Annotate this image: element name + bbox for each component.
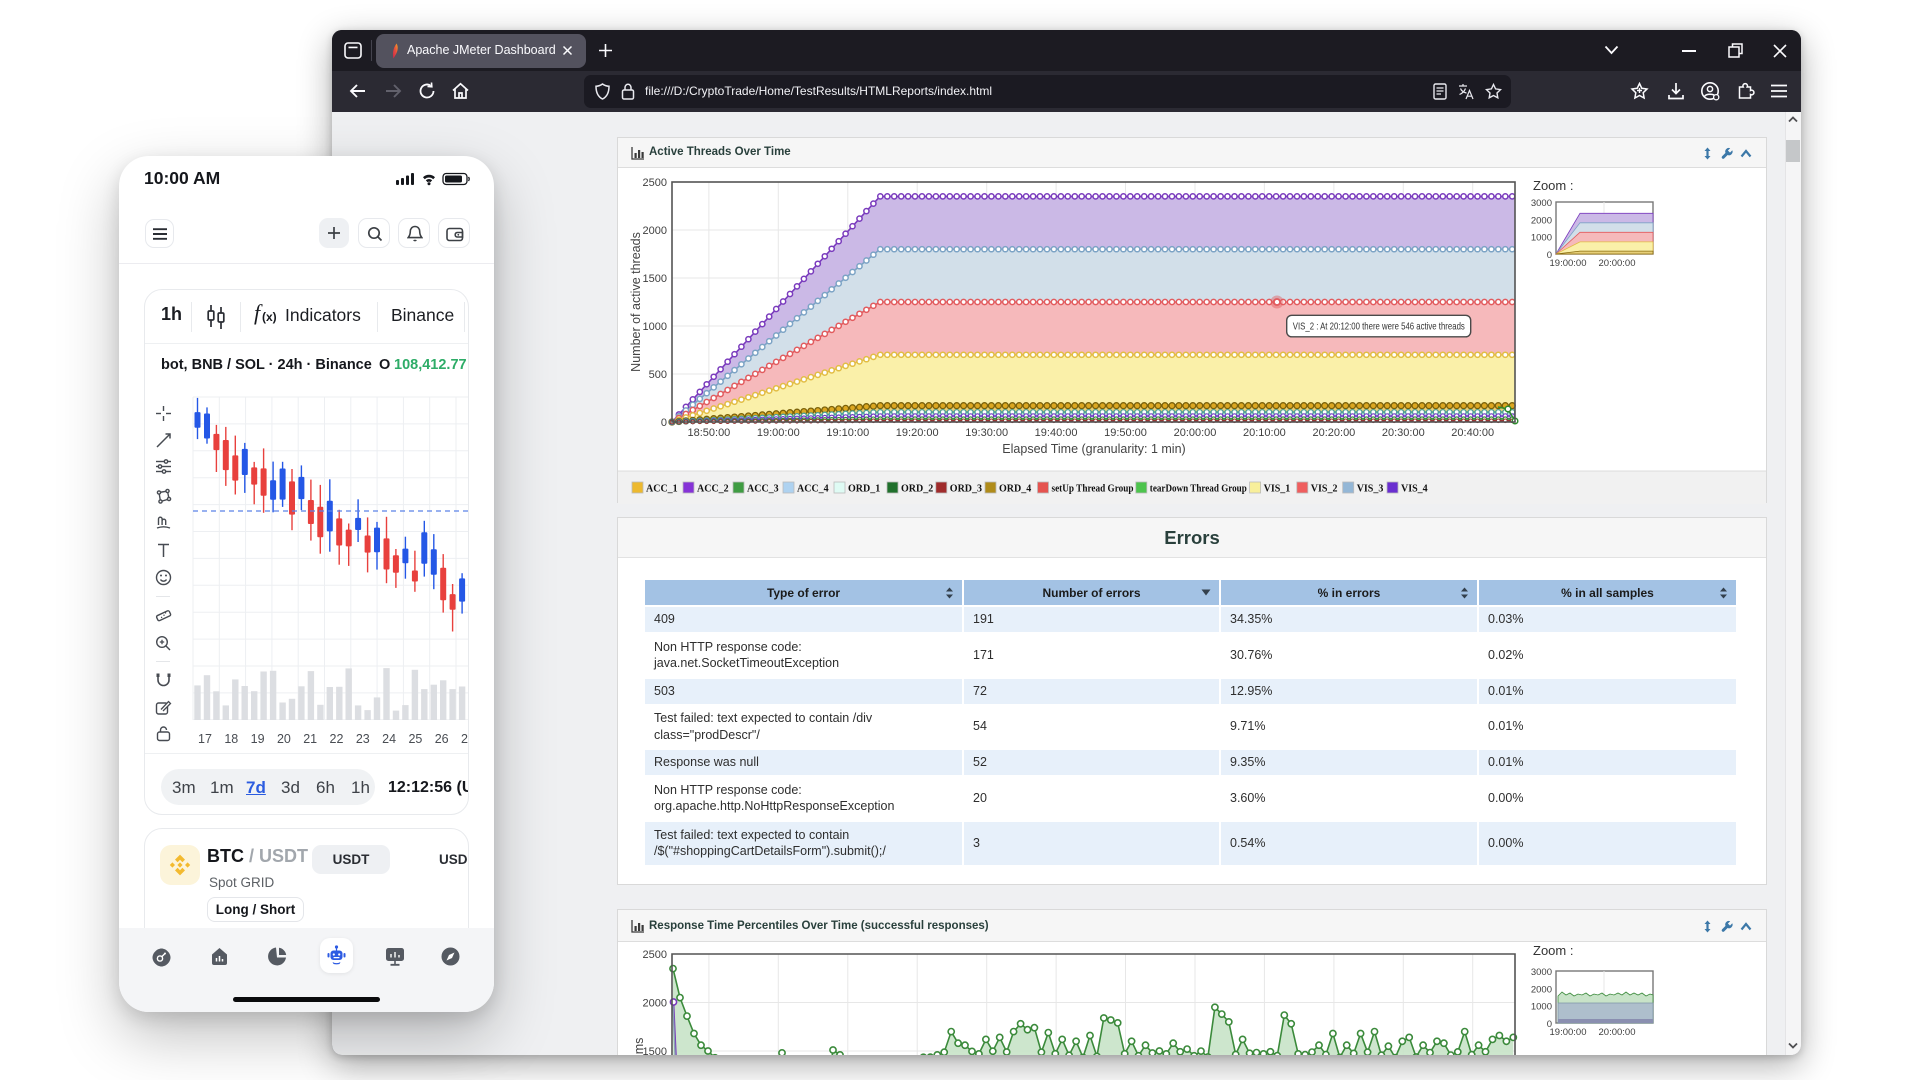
svg-text:ACC_4: ACC_4 xyxy=(797,484,829,495)
svg-text:ORD_3: ORD_3 xyxy=(950,484,982,495)
svg-text:19:00:00: 19:00:00 xyxy=(1550,1027,1587,1038)
svg-text:25: 25 xyxy=(408,732,422,746)
svg-text:20:40:00: 20:40:00 xyxy=(1451,427,1494,439)
svg-text:20: 20 xyxy=(277,732,291,746)
svg-text:22: 22 xyxy=(330,732,344,746)
svg-text:Number of active threads: Number of active threads xyxy=(629,232,643,372)
svg-text:26: 26 xyxy=(435,732,449,746)
svg-text:tearDown Thread Group: tearDown Thread Group xyxy=(1150,484,1247,495)
svg-text:ORD_2: ORD_2 xyxy=(901,484,933,495)
svg-text:17: 17 xyxy=(198,732,212,746)
svg-text:19:00:00: 19:00:00 xyxy=(1550,258,1587,269)
svg-text:0: 0 xyxy=(661,417,667,429)
svg-text:ORD_4: ORD_4 xyxy=(999,484,1031,495)
svg-text:1000: 1000 xyxy=(643,321,667,333)
svg-text:19:20:00: 19:20:00 xyxy=(896,427,939,439)
svg-text:23: 23 xyxy=(356,732,370,746)
svg-text:Zoom :: Zoom : xyxy=(1533,178,1573,193)
svg-text:2000: 2000 xyxy=(643,998,667,1010)
svg-text:19:50:00: 19:50:00 xyxy=(1104,427,1147,439)
svg-text:20:00:00: 20:00:00 xyxy=(1174,427,1217,439)
svg-text:VIS_3: VIS_3 xyxy=(1357,484,1384,495)
svg-text:ORD_1: ORD_1 xyxy=(848,484,880,495)
svg-text:1500: 1500 xyxy=(643,273,667,285)
svg-text:27: 27 xyxy=(461,732,469,746)
svg-text:2000: 2000 xyxy=(1531,984,1552,995)
svg-text:20:00:00: 20:00:00 xyxy=(1599,1027,1636,1038)
svg-text:500: 500 xyxy=(649,369,667,381)
svg-text:VIS_1: VIS_1 xyxy=(1264,484,1291,495)
svg-text:setUp Thread Group: setUp Thread Group xyxy=(1052,484,1134,495)
svg-text:19: 19 xyxy=(251,732,265,746)
svg-text:19:30:00: 19:30:00 xyxy=(965,427,1008,439)
svg-text:1000: 1000 xyxy=(1531,233,1552,244)
svg-text:2500: 2500 xyxy=(643,949,667,961)
svg-text:VIS_2: VIS_2 xyxy=(1311,484,1338,495)
svg-text:20:30:00: 20:30:00 xyxy=(1382,427,1425,439)
svg-text:18:50:00: 18:50:00 xyxy=(687,427,730,439)
svg-text:3000: 3000 xyxy=(1531,967,1552,978)
svg-text:21: 21 xyxy=(303,732,317,746)
svg-text:VIS_4: VIS_4 xyxy=(1401,484,1428,495)
svg-text:2000: 2000 xyxy=(643,225,667,237)
svg-text:3000: 3000 xyxy=(1531,198,1552,209)
svg-text:20:20:00: 20:20:00 xyxy=(1312,427,1355,439)
svg-text:18: 18 xyxy=(224,732,238,746)
svg-text:Response time in ms: Response time in ms xyxy=(632,1038,646,1055)
svg-text:VIS_2 : At 20:12:00 there were: VIS_2 : At 20:12:00 there were 546 activ… xyxy=(1293,321,1465,333)
svg-text:24: 24 xyxy=(382,732,396,746)
svg-text:1500: 1500 xyxy=(643,1046,667,1055)
svg-text:ACC_1: ACC_1 xyxy=(646,484,678,495)
svg-text:Zoom :: Zoom : xyxy=(1533,943,1573,958)
svg-text:2000: 2000 xyxy=(1531,215,1552,226)
svg-text:2500: 2500 xyxy=(643,177,667,189)
svg-text:1000: 1000 xyxy=(1531,1002,1552,1013)
svg-text:20:00:00: 20:00:00 xyxy=(1599,258,1636,269)
svg-text:19:40:00: 19:40:00 xyxy=(1035,427,1078,439)
svg-text:ACC_2: ACC_2 xyxy=(697,484,729,495)
svg-text:20:10:00: 20:10:00 xyxy=(1243,427,1286,439)
svg-text:19:00:00: 19:00:00 xyxy=(757,427,800,439)
svg-text:ACC_3: ACC_3 xyxy=(747,484,779,495)
svg-text:Elapsed Time (granularity: 1 m: Elapsed Time (granularity: 1 min) xyxy=(1002,442,1185,456)
svg-text:19:10:00: 19:10:00 xyxy=(826,427,869,439)
